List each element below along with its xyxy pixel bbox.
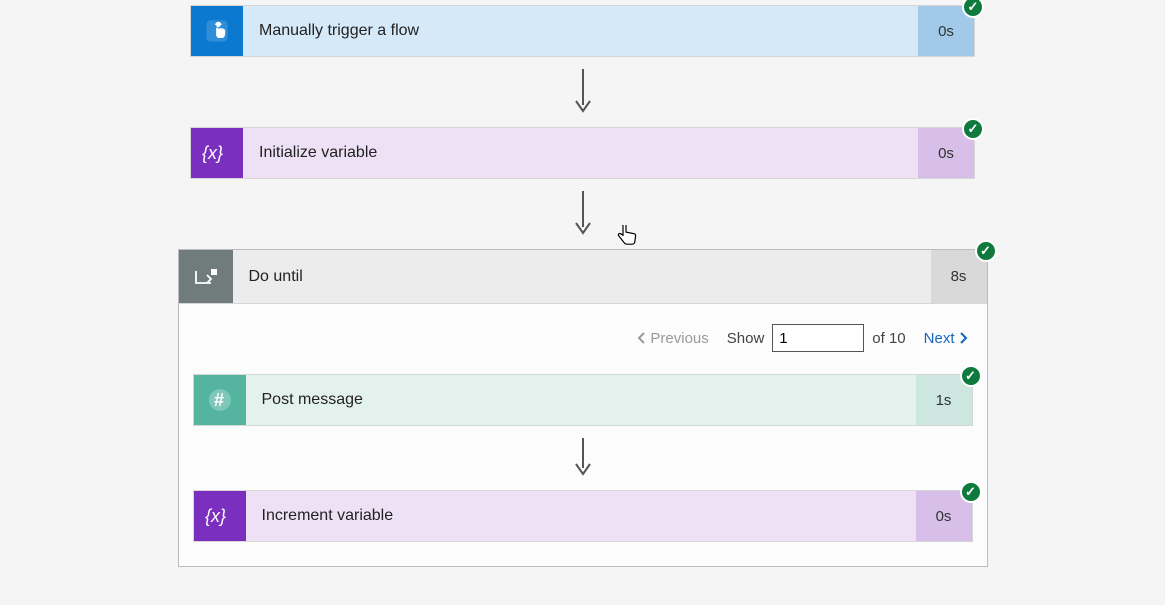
previous-button[interactable]: Previous	[636, 330, 708, 347]
chevron-right-icon	[959, 331, 969, 345]
step-post-message[interactable]: # Post message 1s ✓	[193, 374, 973, 426]
next-button[interactable]: Next	[924, 330, 969, 347]
step-do-until-title: Do until	[233, 250, 931, 303]
success-badge: ✓	[960, 365, 982, 387]
step-post-message-title: Post message	[246, 375, 916, 425]
svg-text:{x}: {x}	[202, 143, 223, 163]
success-badge: ✓	[962, 118, 984, 140]
success-badge: ✓	[975, 240, 997, 262]
step-init-variable[interactable]: {x} Initialize variable 0s ✓	[190, 127, 975, 179]
show-label: Show	[727, 330, 765, 347]
iteration-input[interactable]	[772, 324, 864, 352]
step-increment-variable[interactable]: {x} Increment variable 0s ✓	[193, 490, 973, 542]
step-increment-variable-title: Increment variable	[246, 491, 916, 541]
arrow-down-icon	[193, 438, 973, 478]
arrow-down-icon	[190, 191, 975, 237]
svg-text:{x}: {x}	[205, 506, 226, 526]
of-label: of 10	[872, 330, 905, 347]
step-trigger[interactable]: Manually trigger a flow 0s ✓	[190, 5, 975, 57]
next-label: Next	[924, 330, 955, 347]
variable-icon: {x}	[191, 128, 243, 178]
previous-label: Previous	[650, 330, 708, 347]
step-trigger-title: Manually trigger a flow	[243, 6, 918, 56]
success-badge: ✓	[960, 481, 982, 503]
touch-icon	[191, 6, 243, 56]
hash-icon: #	[194, 375, 246, 425]
variable-icon: {x}	[194, 491, 246, 541]
chevron-left-icon	[636, 331, 646, 345]
step-do-until[interactable]: ✓ Do until 8s Previous Show of 10 Next	[178, 249, 988, 567]
step-init-variable-title: Initialize variable	[243, 128, 918, 178]
arrow-down-icon	[190, 69, 975, 115]
loop-icon	[179, 250, 233, 303]
svg-text:#: #	[214, 390, 224, 410]
success-badge: ✓	[962, 0, 984, 18]
iteration-pager: Previous Show of 10 Next	[193, 324, 973, 352]
